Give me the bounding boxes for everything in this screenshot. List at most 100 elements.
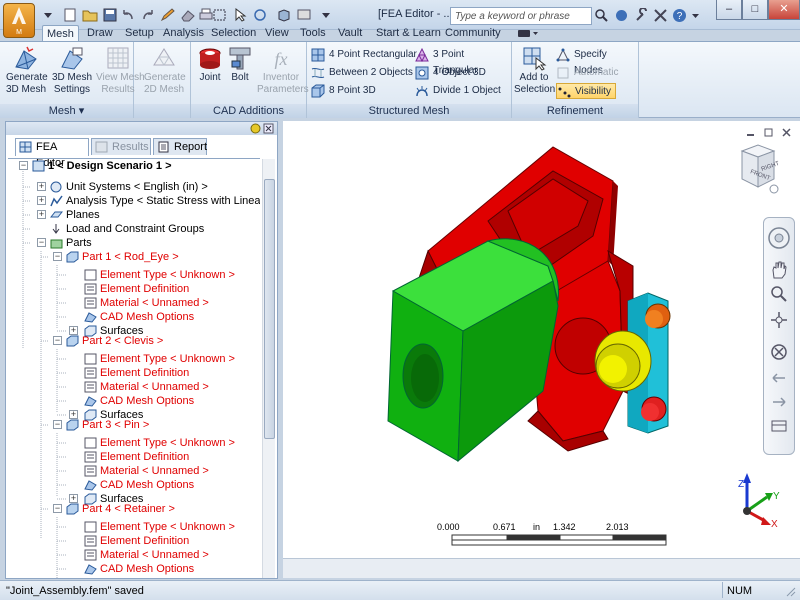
three-point-triangular-button[interactable]: 3 Point Triangular	[415, 47, 511, 76]
help-icon[interactable]: ?	[672, 8, 687, 23]
redo-icon[interactable]	[140, 8, 156, 22]
rod-eye-part[interactable]	[387, 238, 559, 463]
tree-part-4[interactable]: Part 4 < Retainer >	[66, 502, 175, 516]
tree-scroll-thumb[interactable]	[264, 179, 275, 439]
maximize-button[interactable]: □	[742, 0, 768, 20]
tree-p2-material[interactable]: Material < Unnamed >	[84, 380, 209, 394]
tree-root[interactable]: 1 < Design Scenario 1 >	[32, 159, 172, 173]
tree-analysis-type[interactable]: Analysis Type < Static Stress with Linea…	[50, 194, 260, 208]
bolt-button[interactable]: Bolt	[227, 45, 253, 84]
steering-wheel-icon[interactable]	[767, 226, 791, 250]
tree-p2-element-definition[interactable]: Element Definition	[84, 366, 189, 380]
generate-3d-mesh-button[interactable]: Generate 3D Mesh	[6, 45, 48, 96]
help-dropdown-icon[interactable]	[688, 8, 703, 23]
subscription-icon[interactable]	[614, 8, 629, 23]
add-to-selection-button[interactable]: Add to Selection	[514, 45, 555, 96]
expander[interactable]: +	[37, 196, 46, 205]
eight-point-3d-button[interactable]: 8 Point 3D	[311, 83, 376, 99]
look-icon[interactable]	[769, 416, 789, 436]
expander[interactable]: −	[53, 336, 62, 345]
tab-community[interactable]: Community	[441, 25, 505, 42]
tab-mesh[interactable]: Mesh	[42, 25, 79, 42]
panel-pin-icon[interactable]	[250, 123, 261, 134]
wrench-icon[interactable]	[634, 8, 649, 23]
display-icon[interactable]	[296, 8, 312, 22]
edit-icon[interactable]	[160, 8, 176, 22]
expander[interactable]: +	[37, 210, 46, 219]
visibility-button[interactable]: Visibility	[556, 83, 616, 99]
ribbon-minimize-icon[interactable]	[516, 27, 540, 40]
tree-p4-material[interactable]: Material < Unnamed >	[84, 548, 209, 562]
divide-one-object-button[interactable]: Divide 1 Object	[415, 83, 501, 99]
view-cube-small-icon[interactable]	[276, 8, 292, 22]
expander[interactable]: −	[53, 420, 62, 429]
viewport-window-controls[interactable]	[746, 128, 794, 138]
minimize-button[interactable]: –	[716, 0, 742, 20]
qa-options-icon[interactable]	[318, 8, 334, 22]
tree-p3-element-type[interactable]: Element Type < Unknown >	[84, 436, 235, 450]
look-at-icon[interactable]	[769, 342, 789, 362]
save-icon[interactable]	[102, 8, 118, 22]
four-point-rectangular-button[interactable]: 4 Point Rectangular	[311, 47, 417, 63]
expander[interactable]: −	[53, 252, 62, 261]
tab-view[interactable]: View	[261, 25, 293, 42]
tree-p1-material[interactable]: Material < Unnamed >	[84, 296, 209, 310]
tree-vertical-scrollbar[interactable]	[262, 159, 275, 578]
tree-p4-cad-mesh-options[interactable]: CAD Mesh Options	[84, 562, 194, 576]
tools-icon[interactable]	[653, 8, 668, 23]
tree-p2-cad-mesh-options[interactable]: CAD Mesh Options	[84, 394, 194, 408]
close-button[interactable]: ✕	[768, 0, 800, 20]
dropdown-arrow-icon[interactable]	[40, 8, 56, 22]
tree-part-3[interactable]: Part 3 < Pin >	[66, 418, 149, 432]
viewport-horizontal-scrollbar[interactable]	[283, 558, 800, 578]
undo-icon[interactable]	[120, 8, 136, 22]
tree-p1-element-definition[interactable]: Element Definition	[84, 282, 189, 296]
tab-draw[interactable]: Draw	[83, 25, 117, 42]
pan-hand-icon[interactable]	[769, 260, 789, 280]
tree-p3-element-definition[interactable]: Element Definition	[84, 450, 189, 464]
specify-nodes-button[interactable]: Specify Nodes	[556, 47, 638, 76]
tree-p2-element-type[interactable]: Element Type < Unknown >	[84, 352, 235, 366]
tab-report[interactable]: Report	[153, 138, 207, 155]
tree-part-2[interactable]: Part 2 < Clevis >	[66, 334, 163, 348]
joint-button[interactable]: Joint	[197, 45, 223, 84]
tab-results[interactable]: Results	[91, 138, 151, 155]
tree-unit-systems[interactable]: Unit Systems < English (in) >	[50, 180, 208, 194]
tree-loads[interactable]: Load and Constraint Groups	[52, 222, 204, 236]
tree-p1-cad-mesh-options[interactable]: CAD Mesh Options	[84, 310, 194, 324]
tab-start-learn[interactable]: Start & Learn	[372, 25, 445, 42]
search-icon[interactable]	[594, 8, 609, 23]
pin-part[interactable]	[594, 330, 652, 392]
rotate-view-icon[interactable]	[252, 8, 268, 22]
expander[interactable]: −	[37, 238, 46, 247]
tab-setup[interactable]: Setup	[121, 25, 158, 42]
previous-view-icon[interactable]	[769, 368, 789, 388]
search-input[interactable]: Type a keyword or phrase	[450, 7, 592, 25]
tree-p4-element-definition[interactable]: Element Definition	[84, 534, 189, 548]
assembly-model[interactable]	[378, 141, 738, 481]
tree-parts[interactable]: Parts	[50, 236, 92, 250]
tree-part-1[interactable]: Part 1 < Rod_Eye >	[66, 250, 179, 264]
tab-fea-editor[interactable]: FEA Editor	[15, 138, 89, 169]
orbit-icon[interactable]	[769, 310, 789, 330]
select-box-icon[interactable]	[212, 8, 228, 22]
zoom-icon[interactable]	[769, 284, 789, 304]
tree-planes[interactable]: Planes	[50, 208, 100, 222]
open-folder-icon[interactable]	[82, 8, 98, 22]
tab-selection[interactable]: Selection	[207, 25, 260, 42]
expander[interactable]: −	[53, 504, 62, 513]
tree-p3-material[interactable]: Material < Unnamed >	[84, 464, 209, 478]
application-menu-button[interactable]: M	[3, 3, 35, 38]
new-file-icon[interactable]	[62, 8, 78, 22]
tab-tools[interactable]: Tools	[296, 25, 330, 42]
tree-p4-element-type[interactable]: Element Type < Unknown >	[84, 520, 235, 534]
eraser-icon[interactable]	[180, 8, 196, 22]
mesh-group-label[interactable]: Mesh ▾	[0, 104, 133, 118]
four-object-3d-button[interactable]: 4 Object 3D	[415, 65, 486, 81]
expander[interactable]: +	[69, 326, 78, 335]
tab-analysis[interactable]: Analysis	[159, 25, 208, 42]
expander[interactable]: −	[19, 161, 28, 170]
inventor-parameters-button[interactable]: fx Inventor Parameters	[257, 45, 309, 96]
panel-close-icon[interactable]	[263, 123, 274, 134]
automatic-button[interactable]: Automatic	[556, 65, 618, 81]
